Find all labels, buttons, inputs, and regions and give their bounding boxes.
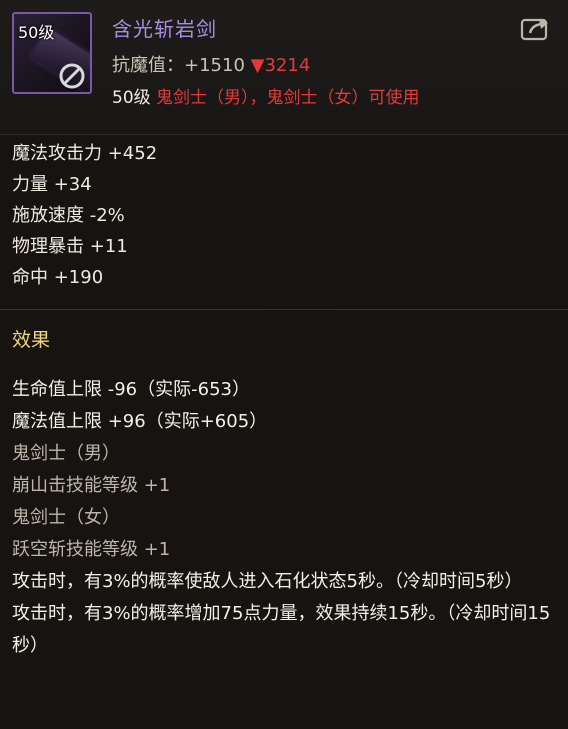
- stat-magic-attack: 魔法攻击力 +452: [12, 143, 158, 164]
- required-classes: 鬼剑士（男），鬼剑士（女）可使用: [156, 88, 420, 108]
- stat-strength: 力量 +34: [12, 174, 92, 195]
- resist-label: 抗魔值：: [112, 55, 184, 76]
- resist-value: +1510: [184, 55, 245, 76]
- item-tooltip: 50级 含光斩岩剑 抗魔值：+1510 ▼3214 50级 鬼剑士（男），鬼剑士…: [0, 0, 568, 729]
- tooltip-header: 50级 含光斩岩剑 抗魔值：+1510 ▼3214 50级 鬼剑士（男），鬼剑士…: [0, 0, 568, 135]
- resist-line: 抗魔值：+1510 ▼3214: [112, 51, 310, 77]
- share-icon[interactable]: [520, 16, 552, 42]
- sword-item-icon: 50级: [12, 12, 92, 94]
- effect-strength-buff: 攻击时，有3%的概率增加75点力量，效果持续15秒。（冷却时间15秒）: [12, 603, 551, 656]
- item-name: 含光斩岩剑: [112, 17, 217, 41]
- effect-list: 生命值上限 -96（实际-653） 魔法值上限 +96（实际+605） 鬼剑士（…: [12, 374, 557, 662]
- effect-skill-female: 跃空斩技能等级 +1: [12, 539, 171, 560]
- effect-class-male: 鬼剑士（男）: [12, 443, 120, 464]
- stat-list: 魔法攻击力 +452 力量 +34 施放速度 -2% 物理暴击 +11 命中 +…: [12, 142, 157, 297]
- required-level: 50级: [112, 88, 151, 108]
- requirement-line: 50级 鬼剑士（男），鬼剑士（女）可使用: [112, 83, 420, 108]
- effect-section-title: 效果: [12, 329, 51, 351]
- effect-mp-limit: 魔法值上限 +96（实际+605）: [12, 411, 268, 432]
- no-entry-icon: [59, 63, 85, 89]
- stat-cast-speed: 施放速度 -2%: [12, 205, 125, 226]
- effect-class-female: 鬼剑士（女）: [12, 507, 120, 528]
- icon-level-badge: 50级: [18, 23, 55, 42]
- stat-physical-crit: 物理暴击 +11: [12, 236, 128, 257]
- effect-hp-limit: 生命值上限 -96（实际-653）: [12, 379, 250, 400]
- section-divider: [0, 309, 568, 310]
- resist-delta: ▼3214: [250, 55, 311, 76]
- stat-hit-rate: 命中 +190: [12, 267, 104, 288]
- effect-skill-male: 崩山击技能等级 +1: [12, 475, 171, 496]
- effect-petrify: 攻击时，有3%的概率使敌人进入石化状态5秒。（冷却时间5秒）: [12, 571, 523, 592]
